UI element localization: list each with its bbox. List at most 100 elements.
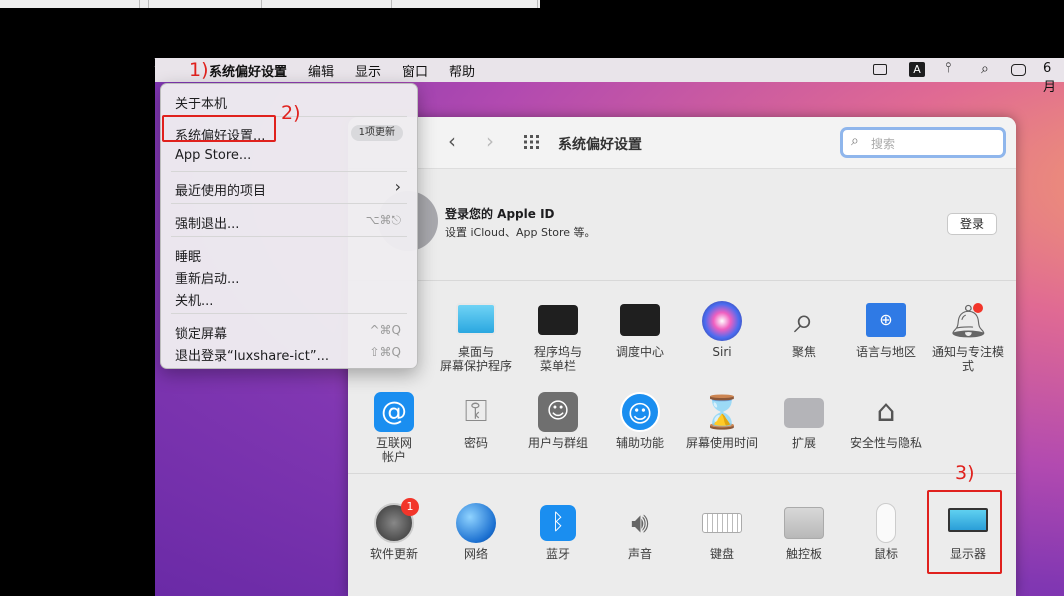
pref-extensions[interactable]: 扩展 xyxy=(763,392,845,482)
clock[interactable]: 6月 xyxy=(1043,61,1064,95)
annotation-3: 3) xyxy=(955,462,975,484)
window-title: 系统偏好设置 xyxy=(558,137,642,153)
pref-label: 声音 xyxy=(627,547,652,561)
pref-sound[interactable]: 🔊︎ 声音 xyxy=(599,503,681,593)
siri-icon xyxy=(702,301,742,341)
pref-label: 程序坞与 菜单栏 xyxy=(533,345,582,373)
menu-recent-items[interactable]: 最近使用的项目 xyxy=(175,180,266,199)
pref-language[interactable]: ⊕ 语言与地区 xyxy=(845,301,927,391)
top-tab[interactable] xyxy=(0,0,140,8)
apple-id-subtitle: 设置 iCloud、App Store 等。 xyxy=(445,226,596,239)
highlight-displays xyxy=(927,490,1002,574)
window-toolbar: ‹ › 系统偏好设置 ⌕ 搜索 xyxy=(348,117,1016,169)
users-icon: ☺ xyxy=(538,392,578,432)
bluetooth-icon: ᛒ xyxy=(540,505,576,541)
shortcut-lock: ^⌘Q xyxy=(369,323,402,337)
pref-dock[interactable]: 程序坞与 菜单栏 xyxy=(517,301,599,391)
pref-label: 互联网 帐户 xyxy=(375,436,412,464)
pref-label: 密码 xyxy=(463,436,488,450)
dock-icon xyxy=(538,305,578,335)
pref-users[interactable]: ☺ 用户与群组 xyxy=(517,392,599,482)
pref-mouse[interactable]: 鼠标 xyxy=(845,503,927,593)
login-button[interactable]: 登录 xyxy=(947,213,997,235)
pref-software-update[interactable]: 1 软件更新 xyxy=(353,498,435,593)
menu-shut-down[interactable]: 关机... xyxy=(175,290,213,309)
apple-id-section: 登录您的 Apple ID 设置 iCloud、App Store 等。 登录 xyxy=(348,169,1016,281)
pref-bluetooth[interactable]: ᛒ 蓝牙 xyxy=(517,503,599,593)
menu-bar: 系统偏好设置 编辑 显示 窗口 帮助 A ⫯ ⌕ 6月 xyxy=(155,58,1064,95)
input-source-icon[interactable]: A xyxy=(909,62,925,77)
pref-mission-control[interactable]: 调度中心 xyxy=(599,301,681,391)
forward-icon[interactable]: › xyxy=(486,129,494,153)
menu-edit[interactable]: 编辑 xyxy=(308,61,334,80)
pref-label: 扩展 xyxy=(791,436,816,450)
pref-notifications[interactable]: 🔔︎ 通知与专注模式 xyxy=(927,301,1009,391)
menu-restart[interactable]: 重新启动... xyxy=(175,268,239,287)
menu-separator xyxy=(171,236,407,237)
top-tab[interactable] xyxy=(148,0,262,8)
top-tab[interactable] xyxy=(400,0,538,8)
pref-label: 屏幕使用时间 xyxy=(685,436,758,450)
update-count-badge: 1项更新 xyxy=(350,125,403,141)
update-badge: 1 xyxy=(401,498,419,516)
shortcut-force-quit: ⌥⌘⎋ xyxy=(365,213,401,227)
menu-app-store[interactable]: App Store... xyxy=(175,148,251,163)
pref-label: 聚焦 xyxy=(791,345,816,359)
annotation-2: 2) xyxy=(281,102,301,124)
speaker-icon: 🔊︎ xyxy=(631,506,649,539)
menu-separator xyxy=(171,171,407,172)
shortcut-log-out: ⇧⌘Q xyxy=(369,345,402,359)
pref-accessibility[interactable]: ☺ 辅助功能 xyxy=(599,392,681,482)
pref-network[interactable]: 网络 xyxy=(435,503,517,593)
keyboard-icon xyxy=(702,513,742,533)
search-field-icon: ⌕ xyxy=(851,133,859,149)
pref-label: 触控板 xyxy=(785,547,822,561)
control-center-icon[interactable] xyxy=(1011,64,1026,76)
menu-help[interactable]: 帮助 xyxy=(449,61,475,80)
pref-label: 调度中心 xyxy=(615,345,664,359)
pref-row4-partial xyxy=(348,590,1016,596)
desktop-icon xyxy=(456,303,496,335)
pref-keyboard[interactable]: 键盘 xyxy=(681,503,763,593)
menu-app-name[interactable]: 系统偏好设置 xyxy=(209,61,287,80)
pref-label: Siri xyxy=(712,345,732,359)
menu-window[interactable]: 窗口 xyxy=(402,61,428,80)
search-icon[interactable]: ⌕ xyxy=(981,61,989,77)
menu-view[interactable]: 显示 xyxy=(355,61,381,80)
search-placeholder: 搜索 xyxy=(871,137,896,151)
wifi-icon[interactable]: ⫯ xyxy=(945,60,951,76)
pref-label: 蓝牙 xyxy=(545,547,570,561)
pref-desktop[interactable]: 桌面与 屏幕保护程序 xyxy=(435,301,517,391)
trackpad-icon xyxy=(784,507,824,539)
hourglass-icon: ⌛ xyxy=(702,393,742,431)
pref-trackpad[interactable]: 触控板 xyxy=(763,503,845,593)
pref-label: 桌面与 屏幕保护程序 xyxy=(439,345,512,373)
menu-sleep[interactable]: 睡眠 xyxy=(175,246,201,265)
pref-internet-accounts[interactable]: @ 互联网 帐户 xyxy=(353,392,435,482)
menu-lock-screen[interactable]: 锁定屏幕 xyxy=(175,323,227,342)
grid-view-icon[interactable] xyxy=(524,135,542,149)
notification-dot xyxy=(973,303,983,313)
pref-siri[interactable]: Siri xyxy=(681,301,763,391)
menu-separator xyxy=(171,203,407,204)
mission-control-icon xyxy=(620,304,660,336)
menu-about-this-mac[interactable]: 关于本机 xyxy=(175,93,227,112)
pref-label: 辅助功能 xyxy=(615,436,664,450)
menu-force-quit[interactable]: 强制退出... xyxy=(175,213,239,232)
pref-label: 通知与专注模式 xyxy=(931,345,1004,373)
apple-id-title: 登录您的 Apple ID xyxy=(445,207,555,221)
back-icon[interactable]: ‹ xyxy=(448,129,456,153)
top-tab[interactable] xyxy=(270,0,392,8)
pref-spotlight[interactable]: ⌕ 聚焦 xyxy=(763,301,845,391)
language-flag-icon: ⊕ xyxy=(866,303,906,337)
menu-separator xyxy=(171,313,407,314)
menu-log-out[interactable]: 退出登录“luxshare-ict”... xyxy=(175,345,329,364)
accessibility-icon: ☺ xyxy=(620,392,660,432)
screen-mirror-icon[interactable] xyxy=(873,64,887,75)
pref-screen-time[interactable]: ⌛ 屏幕使用时间 xyxy=(681,392,763,482)
pref-passwords[interactable]: ⚿ 密码 xyxy=(435,392,517,482)
pref-security[interactable]: ⌂ 安全性与隐私 xyxy=(845,392,927,482)
search-field[interactable]: ⌕ 搜索 xyxy=(840,127,1006,158)
annotation-1: 1) xyxy=(189,59,209,81)
spotlight-icon: ⌕ xyxy=(793,300,815,341)
